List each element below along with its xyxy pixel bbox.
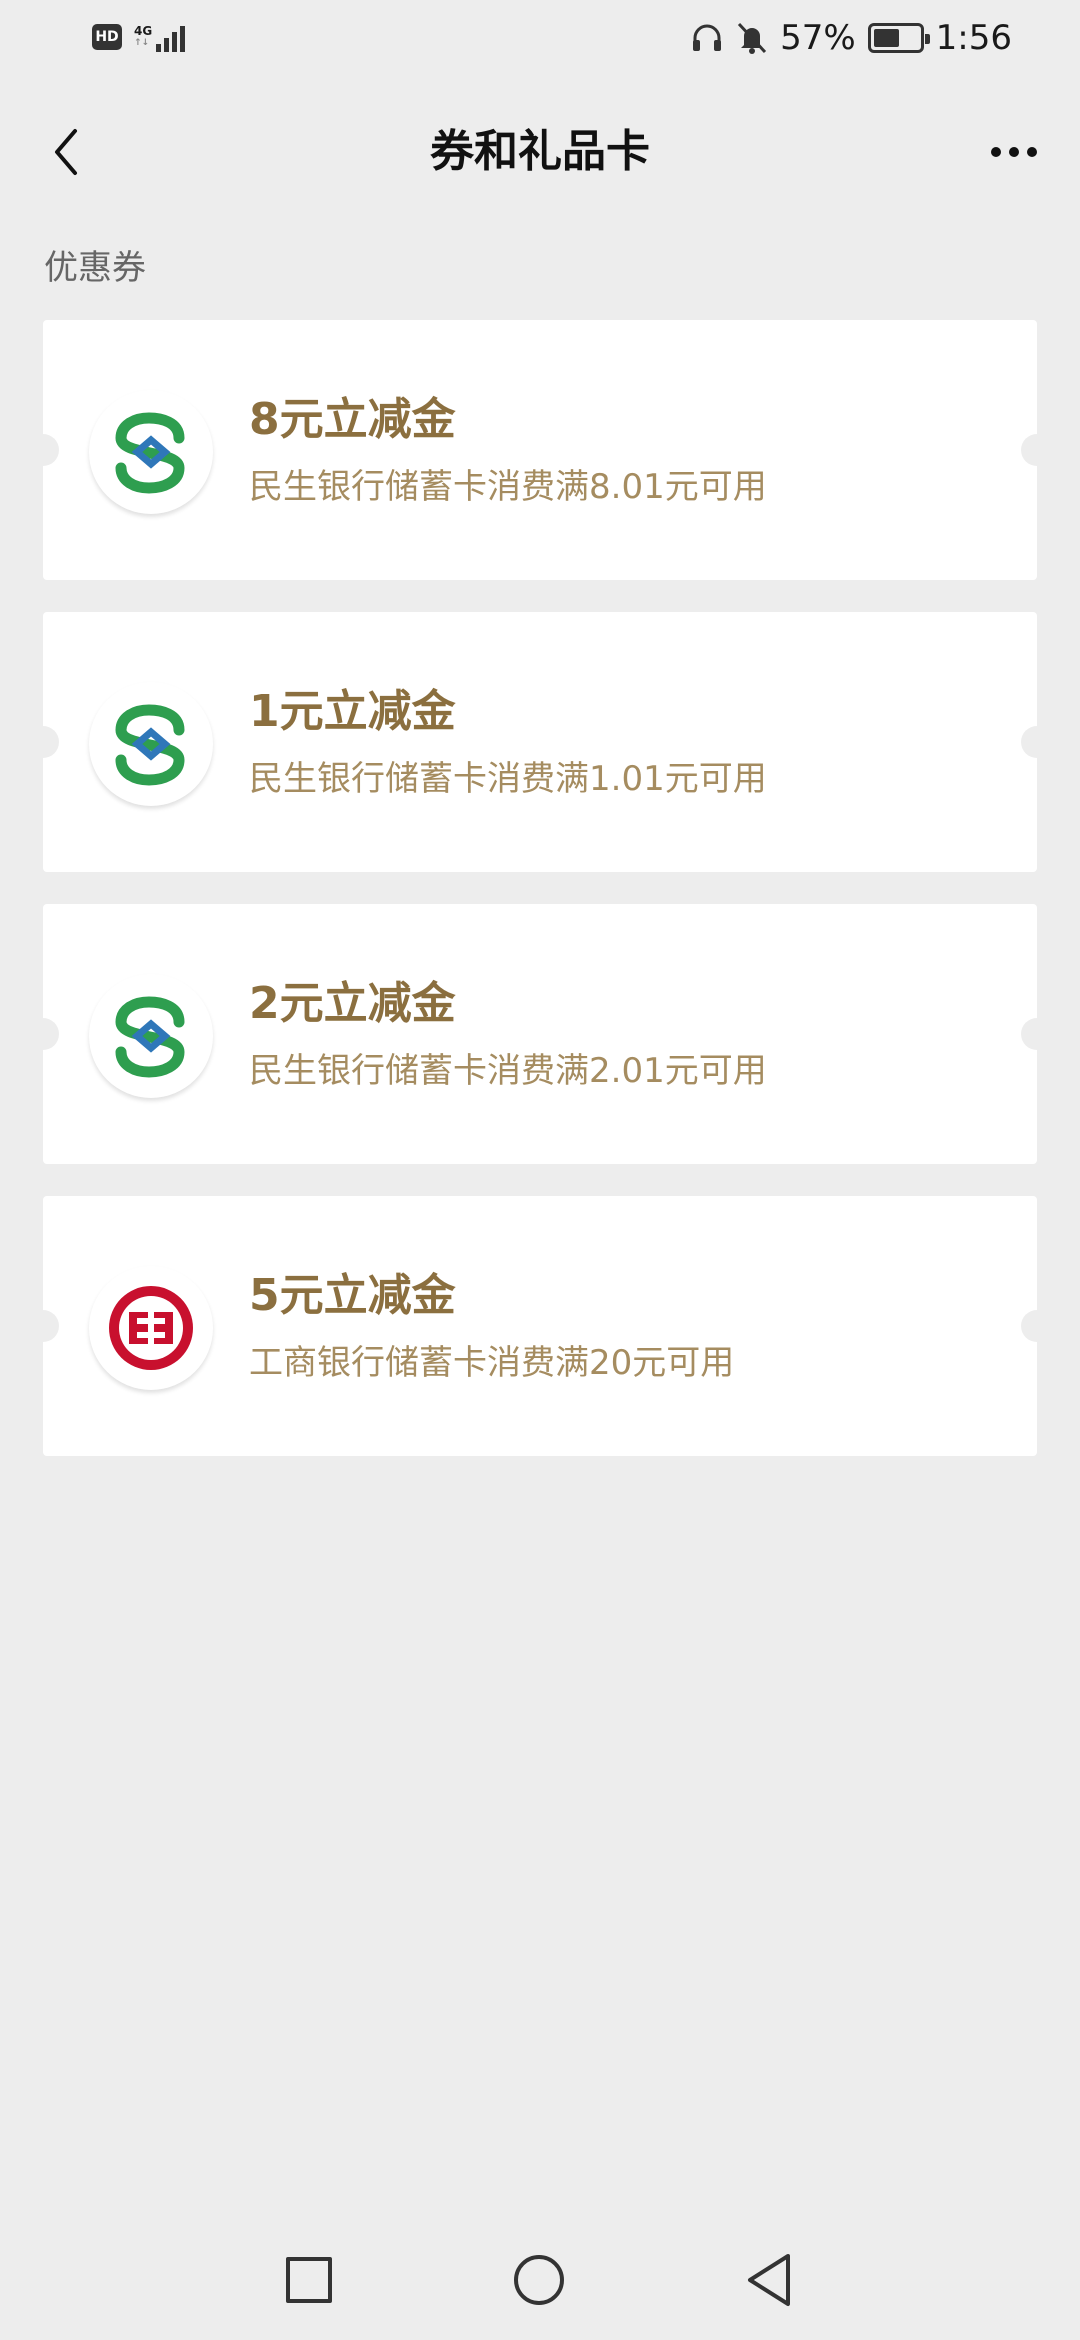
more-options-button[interactable]	[984, 122, 1044, 182]
coupon-condition: 工商银行储蓄卡消费满20元可用	[249, 1343, 735, 1383]
cmbc-bank-logo-icon	[115, 996, 185, 1078]
coupon-title: 2元立减金	[249, 978, 456, 1029]
hd-badge: HD	[92, 24, 122, 50]
coupon-card[interactable]: 8元立减金 民生银行储蓄卡消费满8.01元可用	[27, 320, 1053, 580]
system-nav-bar	[0, 2220, 1080, 2340]
section-label-coupons: 优惠券	[44, 248, 146, 288]
status-left: HD 4G ↑↓	[92, 22, 186, 52]
bank-logo	[89, 682, 213, 806]
page-title: 券和礼品卡	[430, 126, 650, 177]
mute-bell-icon	[737, 22, 767, 54]
bank-logo	[89, 1266, 213, 1390]
more-dot-icon	[1009, 147, 1019, 157]
coupon-condition: 民生银行储蓄卡消费满2.01元可用	[249, 1051, 767, 1091]
recents-button[interactable]	[286, 2257, 332, 2303]
network-type: 4G ↑↓	[134, 25, 152, 49]
signal-icon	[156, 22, 186, 52]
clock: 1:56	[935, 18, 1012, 58]
nav-bar: 券和礼品卡	[0, 90, 1080, 214]
bank-logo	[89, 390, 213, 514]
headphones-icon	[693, 24, 722, 51]
cmbc-bank-logo-icon	[115, 412, 185, 494]
network-label: 4G	[134, 24, 153, 38]
icbc-bank-logo-icon	[109, 1286, 193, 1370]
coupon-card[interactable]: 5元立减金 工商银行储蓄卡消费满20元可用	[27, 1196, 1053, 1456]
more-dot-icon	[991, 147, 1001, 157]
status-bar: HD 4G ↑↓ 57% 1:56	[0, 0, 1080, 90]
back-triangle-icon[interactable]	[744, 2250, 794, 2310]
cmbc-bank-logo-icon	[115, 704, 185, 786]
bank-logo	[89, 974, 213, 1098]
more-dot-icon	[1027, 147, 1037, 157]
coupon-condition: 民生银行储蓄卡消费满1.01元可用	[249, 759, 767, 799]
status-right: 57% 1:56	[690, 18, 1012, 58]
coupon-card[interactable]: 1元立减金 民生银行储蓄卡消费满1.01元可用	[27, 612, 1053, 872]
coupon-title: 1元立减金	[249, 686, 456, 737]
network-activity: ↑↓	[134, 38, 150, 48]
battery-percent: 57%	[780, 18, 856, 58]
home-button[interactable]	[514, 2255, 564, 2305]
coupon-list: 8元立减金 民生银行储蓄卡消费满8.01元可用 1元立减金 民生银行储蓄卡消费满…	[27, 320, 1053, 1488]
coupon-title: 8元立减金	[249, 394, 456, 445]
coupon-condition: 民生银行储蓄卡消费满8.01元可用	[249, 467, 767, 507]
coupon-card[interactable]: 2元立减金 民生银行储蓄卡消费满2.01元可用	[27, 904, 1053, 1164]
coupon-title: 5元立减金	[249, 1270, 456, 1321]
battery-fill	[873, 29, 899, 47]
battery-icon	[867, 23, 930, 53]
